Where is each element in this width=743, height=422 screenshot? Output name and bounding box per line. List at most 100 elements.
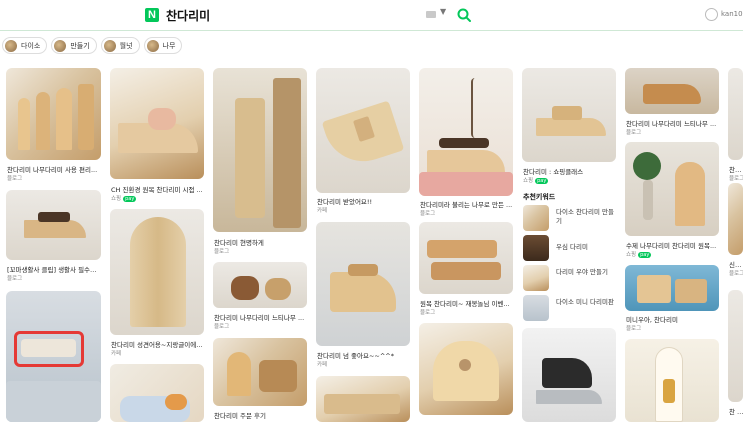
result-image[interactable] bbox=[213, 68, 307, 232]
result-image[interactable] bbox=[316, 222, 410, 346]
card-title[interactable]: 찬다리미 주문 후기 bbox=[214, 410, 308, 420]
chip-label: 나무 bbox=[162, 41, 176, 50]
keyword-item[interactable]: 우심 다리미 bbox=[523, 235, 617, 262]
card-title[interactable]: 찬다리미 현명하게 bbox=[214, 237, 308, 247]
card-title[interactable]: 찬다리미 나무다리미 느티나무 ... bbox=[214, 312, 308, 322]
result-image[interactable] bbox=[625, 339, 719, 422]
avatar[interactable] bbox=[705, 8, 718, 21]
card-title[interactable]: [꼬마생활사 클립] 생활사 필수템... bbox=[7, 264, 102, 274]
result-image[interactable] bbox=[110, 364, 204, 422]
result-image[interactable] bbox=[522, 328, 616, 422]
image-card[interactable]: [꼬마생활사 클립] 생활사 필수템... 블로그 bbox=[6, 190, 102, 285]
image-card[interactable]: 찬다리미 현명하게 블로그 bbox=[213, 68, 307, 256]
result-image[interactable] bbox=[728, 290, 743, 402]
image-card[interactable]: 찬다리미 나무다리미 느티나무 ... 블로그 bbox=[213, 262, 307, 332]
card-title[interactable]: 찬다리미 넘 좋아요~~^^* bbox=[317, 350, 411, 360]
keyword-item[interactable]: 다이소 미니 다리미판 bbox=[523, 295, 617, 322]
keyword-thumbnail bbox=[523, 205, 549, 231]
image-card[interactable]: 찬 다... bbox=[728, 290, 743, 422]
card-title[interactable]: 원목 찬다리미~ 재봉놀님 이벤... bbox=[420, 298, 514, 308]
result-image[interactable] bbox=[110, 209, 204, 335]
card-source-label: 쇼핑 bbox=[523, 178, 534, 184]
card-title[interactable]: 신상... bbox=[729, 259, 743, 269]
keyword-label[interactable]: 다이소 찬다리미 만들기 bbox=[556, 208, 616, 226]
result-image[interactable] bbox=[6, 190, 101, 260]
search-icon[interactable] bbox=[456, 7, 472, 23]
image-card[interactable]: 찬다리미 주문 후기 bbox=[213, 338, 307, 422]
result-image[interactable] bbox=[316, 376, 410, 422]
card-source: 블로그 bbox=[7, 176, 23, 182]
result-image[interactable] bbox=[6, 291, 101, 422]
chip-thumbnail bbox=[146, 39, 159, 52]
image-card[interactable] bbox=[419, 323, 513, 415]
image-card[interactable]: 수제 나무다리미 찬다리미 원목... 쇼핑 pay bbox=[625, 142, 719, 260]
card-title[interactable]: 찬다... bbox=[729, 164, 743, 174]
card-source-label: 쇼핑 bbox=[111, 196, 122, 202]
result-image[interactable] bbox=[625, 68, 719, 114]
chip-thumbnail bbox=[5, 39, 17, 52]
image-card[interactable] bbox=[316, 376, 410, 422]
card-title[interactable]: 찬다리미 받았어요!! bbox=[317, 196, 411, 206]
result-image[interactable] bbox=[625, 142, 719, 236]
image-card[interactable]: 찬다리미 받았어요!! 카페 bbox=[316, 68, 410, 216]
image-card[interactable]: CH 진환경 원목 찬다리미 시접 ... 쇼핑 pay bbox=[110, 68, 204, 203]
keyword-item[interactable]: 다이소 찬다리미 만들기 bbox=[523, 205, 617, 232]
image-card[interactable]: 원목 찬다리미~ 재봉놀님 이벤... 블로그 bbox=[419, 222, 513, 318]
image-card[interactable] bbox=[110, 364, 204, 422]
result-image[interactable] bbox=[728, 68, 743, 160]
image-card[interactable]: 찬다... 블로그 bbox=[728, 68, 743, 182]
result-image[interactable] bbox=[316, 68, 410, 193]
card-title[interactable]: 찬다리미 나무다리미 사용 편리... bbox=[7, 164, 102, 174]
image-card[interactable]: 신상... 블로그 bbox=[728, 183, 743, 283]
keyword-thumbnail bbox=[523, 265, 549, 291]
image-card[interactable]: 찬다리미 넘 좋아요~~^^* 카페 bbox=[316, 222, 410, 370]
image-card[interactable]: 미니우아, 찬다리미 블로그 bbox=[625, 265, 719, 333]
image-card[interactable]: 찬다리미 성견어용~지랑글이에... 카페 bbox=[110, 209, 204, 359]
keyword-label[interactable]: 다이소 미니 다리미판 bbox=[556, 298, 616, 307]
user-name[interactable]: kan10... bbox=[721, 10, 743, 18]
chip-make[interactable]: 만들기 bbox=[51, 37, 97, 54]
result-image[interactable] bbox=[6, 68, 101, 160]
chevron-down-icon[interactable]: ▼ bbox=[440, 7, 446, 16]
card-title[interactable]: 찬 다... bbox=[729, 406, 743, 416]
keyword-item[interactable]: 다리미 우야 만들기 bbox=[523, 265, 617, 292]
card-title[interactable]: 찬다리미 성견어용~지랑글이에... bbox=[111, 339, 205, 349]
image-card[interactable] bbox=[522, 328, 616, 422]
result-image[interactable] bbox=[728, 183, 743, 255]
card-source: 카페 bbox=[317, 208, 328, 214]
image-card[interactable] bbox=[625, 339, 719, 422]
naver-logo[interactable]: N bbox=[145, 8, 159, 22]
card-title[interactable]: 찬다리미 나무다리미 느티나무 ... bbox=[626, 118, 720, 128]
keyboard-icon[interactable] bbox=[426, 11, 436, 18]
chip-walnut[interactable]: 월넛 bbox=[100, 37, 140, 54]
image-card[interactable]: 찬다리미 나무다리미 사용 편리... 블로그 bbox=[6, 68, 101, 183]
result-image[interactable] bbox=[110, 68, 204, 179]
image-card[interactable] bbox=[6, 291, 101, 422]
keyword-label[interactable]: 다리미 우야 만들기 bbox=[556, 268, 616, 277]
image-card[interactable]: 찬다리미라 불리는 나무로 만든 ... 블로그 bbox=[419, 68, 513, 218]
image-card[interactable]: 찬다리미 나무다리미 느티나무 ... 블로그 bbox=[625, 68, 719, 138]
card-title[interactable]: 수제 나무다리미 찬다리미 원목... bbox=[626, 240, 720, 250]
card-source: 블로그 bbox=[214, 249, 230, 255]
result-image[interactable] bbox=[522, 68, 616, 162]
card-source: 쇼핑 pay bbox=[523, 176, 549, 184]
card-source: 블로그 bbox=[214, 324, 230, 330]
card-source: 카페 bbox=[317, 362, 328, 368]
result-image[interactable] bbox=[419, 323, 513, 415]
result-image[interactable] bbox=[419, 222, 513, 294]
card-title[interactable]: 찬다리미라 불리는 나무로 만든 ... bbox=[420, 199, 514, 209]
result-image[interactable] bbox=[625, 265, 719, 311]
image-card[interactable]: 찬다리미 : 쇼핑클래스 쇼핑 pay bbox=[522, 68, 616, 186]
card-source: 쇼핑 pay bbox=[626, 250, 652, 258]
card-title[interactable]: 미니우아, 찬다리미 bbox=[626, 314, 720, 324]
result-image[interactable] bbox=[419, 68, 513, 196]
card-title[interactable]: CH 진환경 원목 찬다리미 시접 ... bbox=[111, 184, 205, 194]
keyword-label[interactable]: 우심 다리미 bbox=[556, 243, 616, 252]
search-query[interactable]: 찬다리미 bbox=[166, 7, 210, 24]
card-source: 블로그 bbox=[729, 271, 743, 277]
card-title[interactable]: 찬다리미 : 쇼핑클래스 bbox=[523, 166, 617, 176]
chip-wood[interactable]: 나무 bbox=[143, 37, 183, 54]
chip-daiso[interactable]: 다이소 bbox=[2, 37, 48, 54]
result-image[interactable] bbox=[213, 338, 307, 406]
result-image[interactable] bbox=[213, 262, 307, 308]
